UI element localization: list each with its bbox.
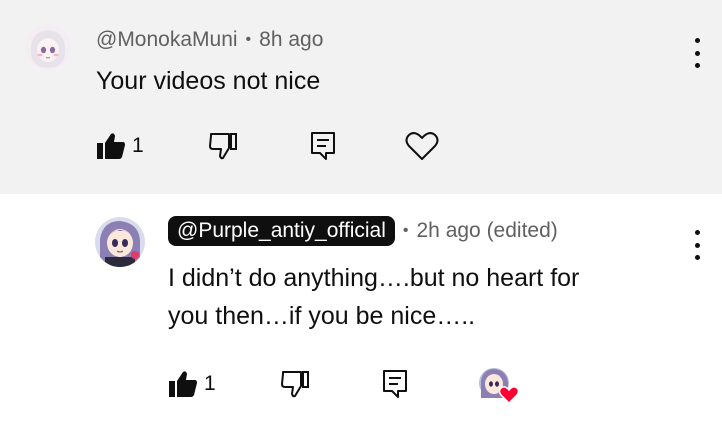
comment-author-handle[interactable]: @MonokaMuni bbox=[96, 28, 238, 52]
reply-reply-button[interactable] bbox=[382, 369, 408, 399]
commenter-avatar[interactable] bbox=[25, 24, 71, 70]
reply-comment-icon bbox=[311, 132, 335, 160]
reply-timestamp[interactable]: 2h ago (edited) bbox=[417, 219, 558, 243]
like-count: 1 bbox=[132, 134, 144, 157]
kebab-menu-icon bbox=[694, 38, 700, 43]
reply-author-avatar[interactable] bbox=[95, 217, 145, 267]
thumbs-down-outline-icon bbox=[281, 371, 309, 398]
reply-button[interactable] bbox=[310, 131, 336, 161]
dislike-button[interactable] bbox=[208, 132, 238, 160]
like-button[interactable]: 1 bbox=[96, 132, 144, 160]
reply-text: I didn’t do anything….but no heart for y… bbox=[168, 259, 579, 335]
heart-button[interactable] bbox=[405, 131, 439, 161]
thumbs-up-filled-icon bbox=[169, 371, 197, 397]
reply-menu-button[interactable] bbox=[690, 230, 704, 260]
comment-menu-button[interactable] bbox=[690, 38, 704, 68]
creator-heart-badge-icon bbox=[479, 368, 520, 405]
comment-thread-top: @MonokaMuni • 8h ago Your videos not nic… bbox=[0, 0, 722, 194]
comment-timestamp[interactable]: 8h ago bbox=[259, 28, 323, 52]
reply-text-line: I didn’t do anything….but no heart for bbox=[168, 264, 580, 292]
anime-girl-avatar-icon bbox=[25, 24, 71, 70]
reply-dislike-button[interactable] bbox=[280, 370, 310, 398]
kebab-dot bbox=[694, 50, 700, 56]
kebab-dot bbox=[694, 63, 700, 68]
reply-like-button[interactable]: 1 bbox=[168, 370, 216, 398]
kebab-menu-icon bbox=[694, 230, 700, 235]
meta-separator: • bbox=[245, 31, 252, 48]
kebab-dot bbox=[694, 255, 700, 260]
purple-character-avatar-icon bbox=[95, 217, 145, 267]
meta-separator: • bbox=[402, 222, 409, 239]
comment-reply: @Purple_antiy_official • 2h ago (edited)… bbox=[0, 194, 722, 431]
thumbs-down-outline-icon bbox=[209, 133, 237, 160]
creator-heart-badge[interactable] bbox=[477, 367, 521, 405]
kebab-dot bbox=[694, 242, 700, 248]
reply-text-line: you then…if you be nice….. bbox=[168, 302, 476, 330]
comment-text: Your videos not nice bbox=[96, 67, 321, 95]
thumbs-up-filled-icon bbox=[97, 133, 125, 159]
reply-like-count: 1 bbox=[204, 372, 216, 395]
reply-author-handle[interactable]: @Purple_antiy_official bbox=[168, 216, 395, 246]
comment-meta: @MonokaMuni • 8h ago bbox=[96, 28, 323, 52]
reply-comment-icon bbox=[383, 370, 407, 398]
reply-meta: @Purple_antiy_official • 2h ago (edited) bbox=[168, 216, 558, 246]
heart-outline-icon bbox=[405, 132, 439, 160]
